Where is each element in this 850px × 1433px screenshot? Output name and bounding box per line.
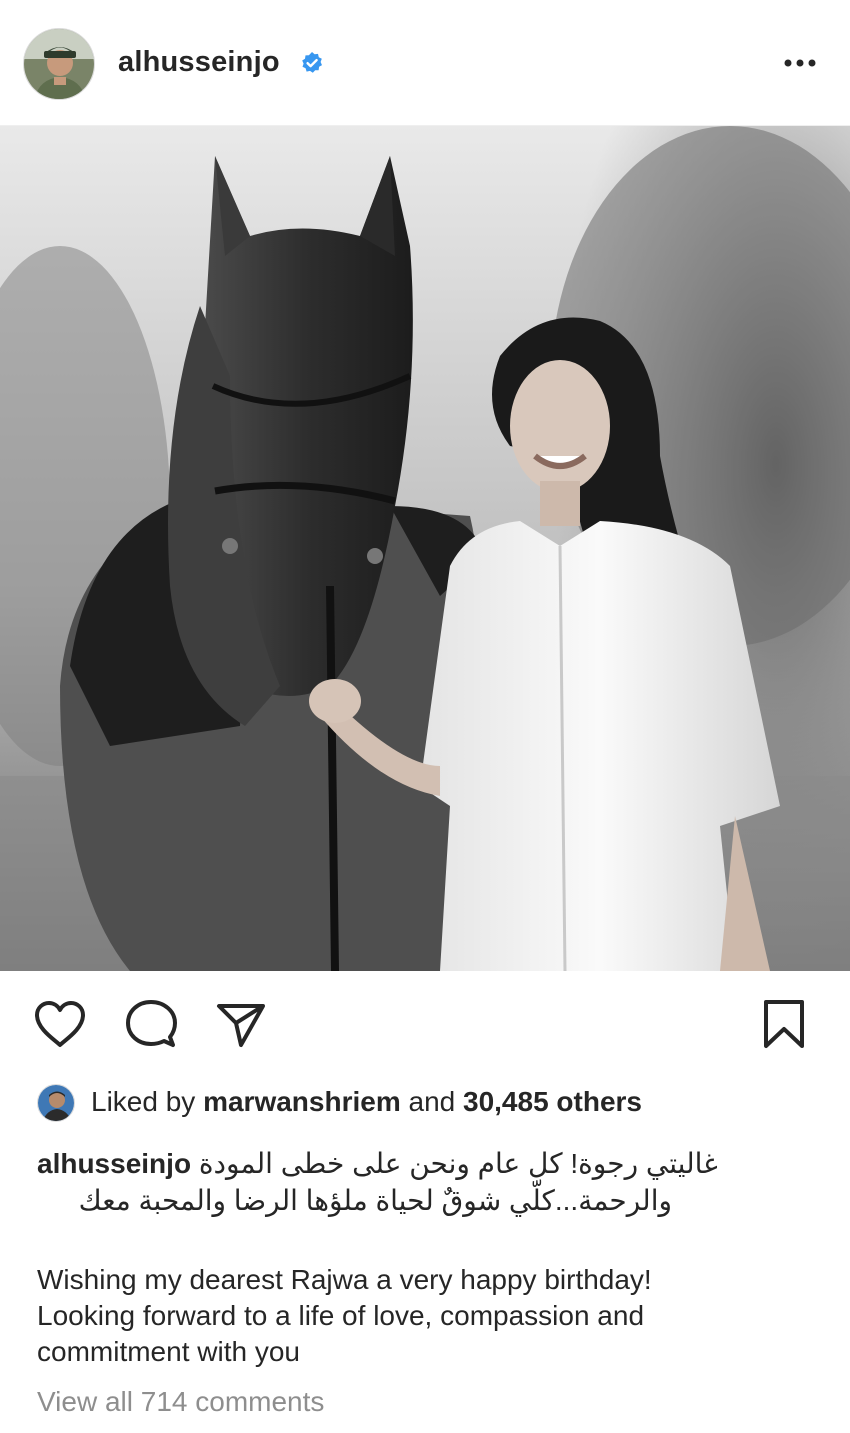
caption-english-line-2: Looking forward to a life of love, compa… (37, 1300, 645, 1331)
caption-username[interactable]: alhusseinjo (37, 1148, 191, 1179)
caption-arabic-line-2: والرحمة...كلّي شوقٌ لحياة ملؤها الرضا وا… (78, 1185, 672, 1216)
verified-badge-icon (302, 52, 322, 73)
profile-avatar[interactable] (23, 28, 95, 100)
post-actions-bar (0, 971, 850, 1081)
caption-arabic: alhusseinjo غاليتي رجوة! كل عام ونحن على… (37, 1145, 757, 1219)
view-all-comments-link[interactable]: View all 714 comments (37, 1386, 324, 1418)
likes-summary: Liked by marwanshriem and 30,485 others (37, 1084, 817, 1124)
post-username[interactable]: alhusseinjo (118, 46, 280, 79)
share-icon[interactable] (215, 1001, 267, 1049)
photo-woman-with-horse-image (0, 126, 850, 971)
bookmark-icon[interactable] (760, 998, 808, 1050)
post-header: alhusseinjo (0, 0, 850, 126)
post-photo[interactable] (0, 126, 850, 971)
caption-english-line-3: commitment with you (37, 1336, 300, 1367)
heart-icon[interactable] (33, 999, 87, 1049)
liked-by-prefix: Liked by (91, 1086, 196, 1117)
more-options-icon[interactable] (780, 50, 820, 76)
liked-by-text: Liked by marwanshriem and 30,485 others (91, 1086, 642, 1118)
comment-icon[interactable] (125, 999, 177, 1049)
likes-count[interactable]: 30,485 others (463, 1086, 642, 1117)
caption-english: Wishing my dearest Rajwa a very happy bi… (37, 1262, 817, 1370)
liker-avatar[interactable] (37, 1084, 75, 1122)
caption-english-line-1: Wishing my dearest Rajwa a very happy bi… (37, 1264, 652, 1295)
caption-arabic-text-1: غاليتي رجوة! كل عام ونحن على خطى المودة (198, 1148, 718, 1179)
liked-by-connector: and (408, 1086, 456, 1117)
liker-username[interactable]: marwanshriem (203, 1086, 401, 1117)
caption-arabic-line-1: alhusseinjo غاليتي رجوة! كل عام ونحن على… (37, 1145, 757, 1182)
